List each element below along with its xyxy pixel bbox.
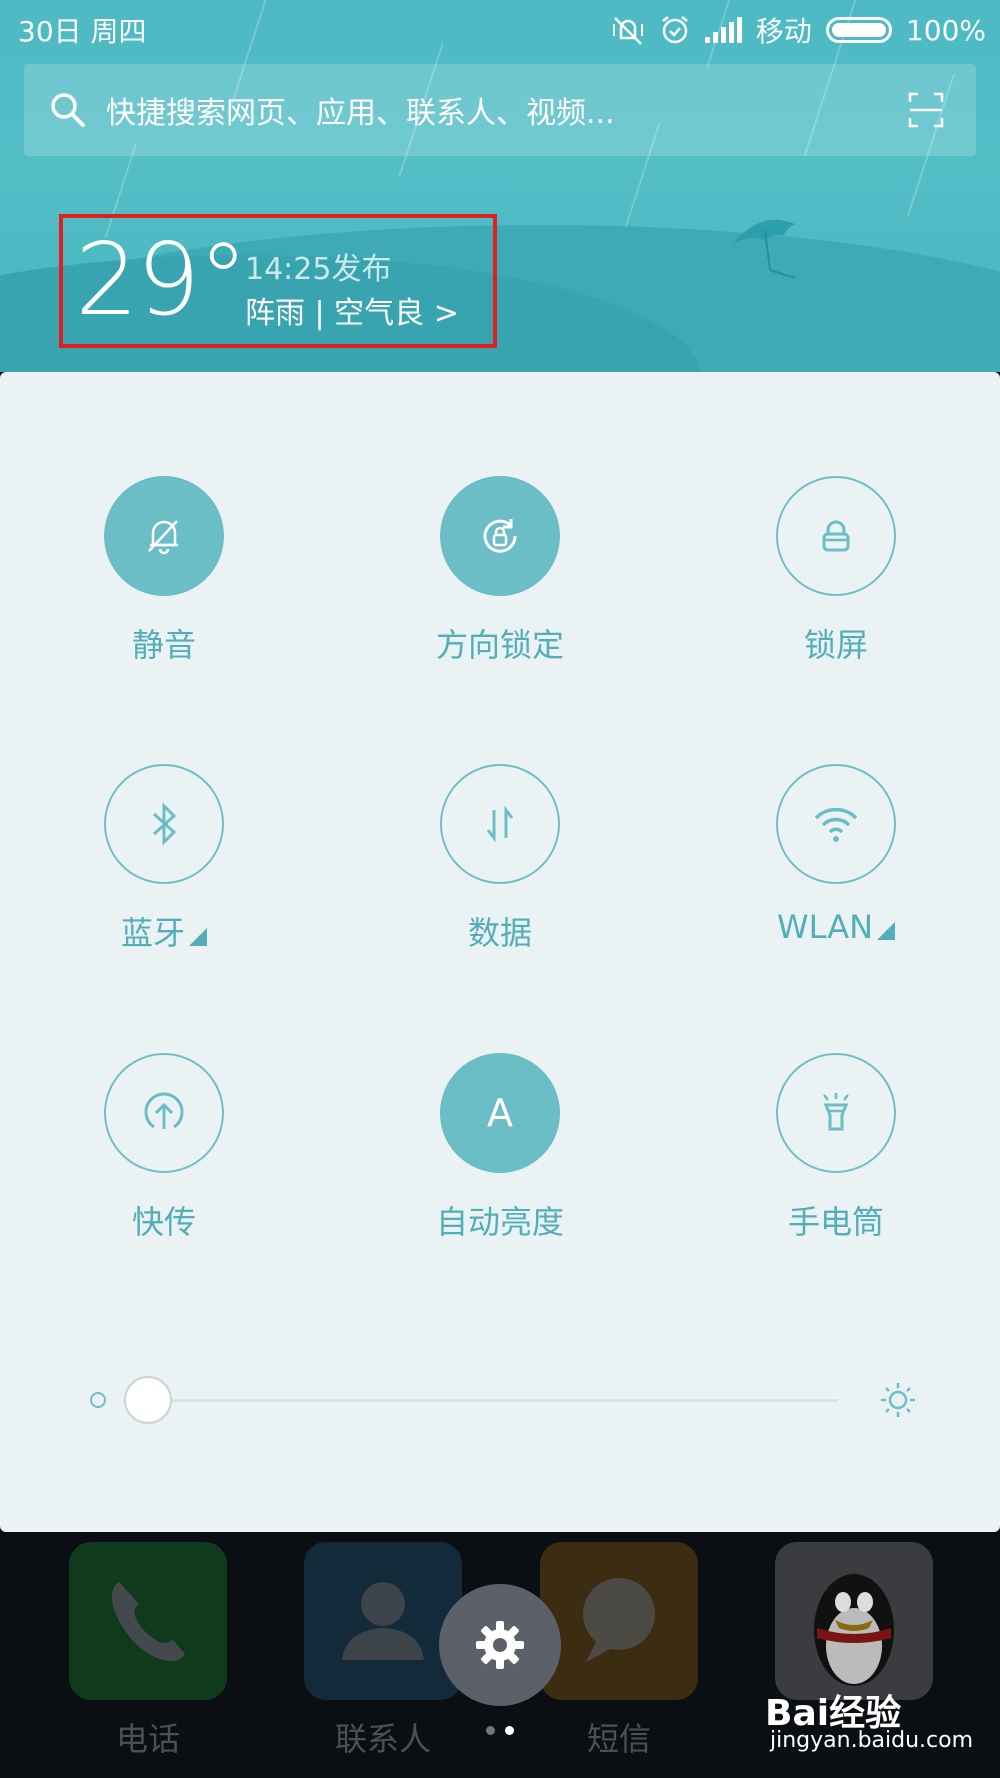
brightness-track[interactable] bbox=[148, 1399, 838, 1402]
flashlight-icon bbox=[823, 1093, 849, 1131]
dock-app-phone[interactable] bbox=[69, 1542, 227, 1700]
toggle-lock-screen-button[interactable] bbox=[776, 476, 896, 596]
dock-app-contacts[interactable] bbox=[304, 1542, 462, 1700]
toggle-wlan[interactable]: WLAN bbox=[736, 764, 936, 946]
toggle-label: 数据 bbox=[467, 914, 532, 952]
toggle-label: 自动亮度 bbox=[435, 1203, 564, 1241]
qq-penguin-icon bbox=[814, 1574, 894, 1686]
weather-publish-time: 14:25发布 bbox=[245, 252, 392, 287]
toggle-bluetooth[interactable]: 蓝牙 bbox=[64, 764, 264, 954]
status-bar: 30日 周四 移动 100% bbox=[0, 0, 1000, 56]
battery-percent: 100% bbox=[905, 13, 986, 47]
dock-label-phone: 电话 bbox=[115, 1720, 180, 1758]
weather-header: 30日 周四 移动 100% 快捷搜索网页、应用、联系人、视频... 29° 1… bbox=[0, 0, 1000, 372]
toggle-label: 锁屏 bbox=[803, 626, 868, 664]
wifi-icon bbox=[814, 807, 858, 842]
message-icon bbox=[583, 1578, 655, 1662]
toggle-rotation-lock-button[interactable] bbox=[440, 476, 560, 596]
lock-icon bbox=[822, 520, 850, 552]
toggle-bluetooth-button[interactable] bbox=[104, 764, 224, 884]
temperature: 29° bbox=[75, 221, 248, 338]
watermark-url: jingyan.baidu.com bbox=[770, 1728, 974, 1753]
toggle-silent[interactable]: 静音 bbox=[64, 476, 264, 666]
weather-widget[interactable]: 29° 14:25发布 阵雨 | 空气良 > bbox=[59, 214, 497, 348]
dock-label-contacts: 联系人 bbox=[334, 1720, 431, 1758]
brightness-low-icon bbox=[90, 1392, 106, 1408]
contacts-icon bbox=[342, 1582, 424, 1660]
signal-icon bbox=[704, 17, 742, 43]
battery-icon bbox=[825, 17, 892, 43]
scan-icon[interactable] bbox=[906, 90, 946, 130]
brightness-slider[interactable] bbox=[88, 1370, 918, 1430]
search-placeholder: 快捷搜索网页、应用、联系人、视频... bbox=[106, 96, 615, 131]
upload-icon bbox=[144, 1092, 184, 1129]
toggle-rotation-lock[interactable]: 方向锁定 bbox=[400, 476, 600, 666]
toggle-label: 快传 bbox=[131, 1203, 196, 1241]
weather-description: 阵雨 | 空气良 > bbox=[245, 296, 459, 331]
carrier-label: 移动 bbox=[755, 15, 812, 48]
search-bar[interactable]: 快捷搜索网页、应用、联系人、视频... bbox=[24, 64, 976, 156]
toggle-label: 手电筒 bbox=[787, 1203, 884, 1241]
alarm-icon bbox=[662, 16, 688, 44]
toggle-wlan-button[interactable] bbox=[776, 764, 896, 884]
toggle-label: 方向锁定 bbox=[435, 626, 564, 664]
toggle-lock-screen[interactable]: 锁屏 bbox=[736, 476, 936, 666]
status-date: 30日 周四 bbox=[18, 15, 147, 48]
toggle-mobile-data-button[interactable] bbox=[440, 764, 560, 884]
search-icon bbox=[51, 93, 85, 127]
brightness-high-icon bbox=[881, 1383, 915, 1417]
toggle-mobile-data[interactable]: 数据 bbox=[400, 764, 600, 954]
silent-bell-icon bbox=[148, 520, 178, 555]
toggle-quick-transfer[interactable]: 快传 bbox=[64, 1053, 264, 1243]
toggle-silent-button[interactable] bbox=[104, 476, 224, 596]
toggle-label: WLAN bbox=[776, 908, 874, 946]
page-dot-active bbox=[505, 1726, 514, 1735]
auto-brightness-icon: A bbox=[487, 1091, 513, 1135]
phone-icon bbox=[111, 1582, 185, 1662]
toggle-auto-brightness-button[interactable]: A bbox=[440, 1053, 560, 1173]
toggle-label: 蓝牙 bbox=[120, 914, 185, 952]
vibrate-off-icon bbox=[612, 17, 643, 45]
expand-arrow-icon[interactable] bbox=[877, 922, 896, 940]
bluetooth-icon bbox=[152, 802, 177, 846]
expand-arrow-icon[interactable] bbox=[189, 928, 207, 946]
rotation-lock-icon bbox=[483, 519, 517, 553]
data-arrows-icon bbox=[486, 805, 514, 843]
page-indicator bbox=[486, 1726, 514, 1735]
umbrella-icon bbox=[733, 219, 796, 279]
dock-app-qq[interactable] bbox=[775, 1542, 933, 1700]
page-dot bbox=[486, 1726, 495, 1735]
toggle-quick-transfer-button[interactable] bbox=[104, 1053, 224, 1173]
dock-app-messages[interactable] bbox=[540, 1542, 698, 1700]
settings-button[interactable] bbox=[439, 1584, 561, 1706]
toggle-label: 静音 bbox=[131, 626, 196, 664]
toggle-flashlight-button[interactable] bbox=[776, 1053, 896, 1173]
quick-settings-panel: 静音 方向锁定 锁屏 蓝牙 数据 WLAN 快传 A 自动亮度 手电筒 bbox=[0, 372, 1000, 1532]
toggle-flashlight[interactable]: 手电筒 bbox=[736, 1053, 936, 1243]
toggle-auto-brightness[interactable]: A 自动亮度 bbox=[400, 1053, 600, 1243]
dock-label-messages: 短信 bbox=[586, 1720, 651, 1758]
gear-icon bbox=[476, 1621, 524, 1669]
brightness-thumb[interactable] bbox=[124, 1376, 172, 1424]
